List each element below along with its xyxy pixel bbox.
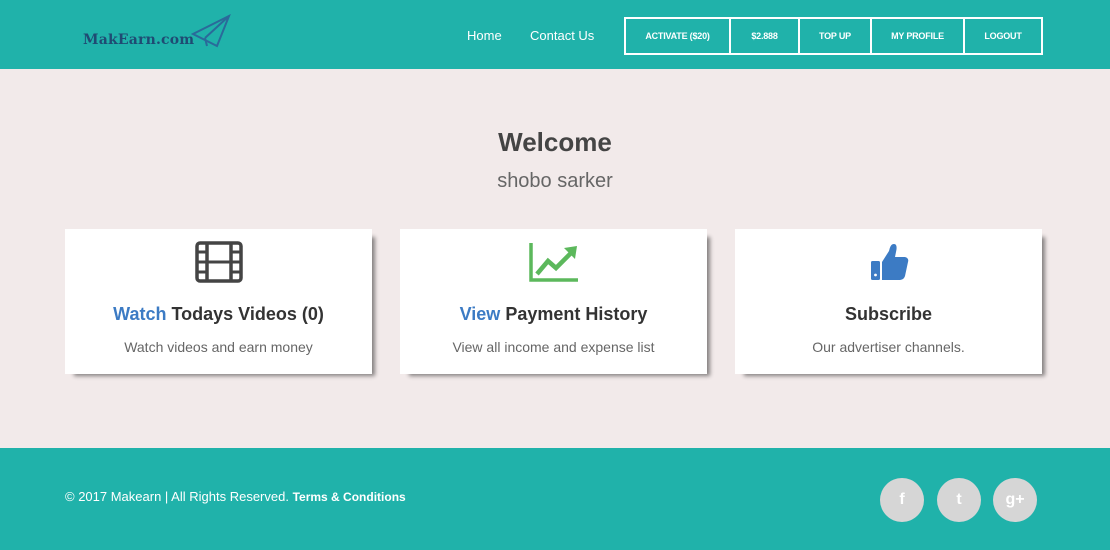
activate-button[interactable]: ACTIVATE ($20) bbox=[626, 19, 731, 53]
payment-history-card[interactable]: View Payment History View all income and… bbox=[400, 229, 707, 374]
account-nav-group: ACTIVATE ($20) $2.888 TOP UP MY PROFILE … bbox=[624, 17, 1043, 55]
balance-button[interactable]: $2.888 bbox=[731, 19, 800, 53]
card-subtitle: View all income and expense list bbox=[452, 339, 655, 355]
card-title-text: Subscribe bbox=[844, 304, 933, 324]
my-profile-button[interactable]: MY PROFILE bbox=[872, 19, 965, 53]
copyright-text: © 2017 Makearn | All Rights Reserved. Te… bbox=[65, 489, 406, 504]
nav-home-link[interactable]: Home bbox=[467, 28, 502, 43]
logout-button[interactable]: LOGOUT bbox=[965, 19, 1041, 53]
film-icon bbox=[194, 241, 243, 283]
user-name: shobo sarker bbox=[497, 170, 613, 192]
card-subtitle: Watch videos and earn money bbox=[124, 339, 313, 355]
card-title-text: Payment History bbox=[500, 304, 648, 324]
welcome-heading: Welcome bbox=[498, 127, 612, 157]
subscribe-card[interactable]: Subscribe Our advertiser channels. bbox=[735, 229, 1042, 374]
card-subtitle: Our advertiser channels. bbox=[812, 339, 965, 355]
twitter-icon[interactable]: t bbox=[937, 478, 981, 522]
thumbs-up-icon bbox=[870, 244, 908, 280]
card-title: View Payment History bbox=[400, 304, 707, 325]
top-header: MakEarn.com Home Contact Us ACTIVATE ($2… bbox=[0, 0, 1110, 69]
google-plus-icon[interactable]: g+ bbox=[993, 478, 1037, 522]
terms-link[interactable]: Terms & Conditions bbox=[293, 490, 406, 504]
nav-contact-link[interactable]: Contact Us bbox=[530, 28, 594, 43]
logo[interactable]: MakEarn.com bbox=[83, 14, 233, 54]
card-title-accent[interactable]: Watch bbox=[113, 304, 166, 324]
card-title: Subscribe bbox=[735, 304, 1042, 325]
trending-up-icon bbox=[528, 243, 578, 282]
logo-text: MakEarn.com bbox=[83, 32, 195, 48]
facebook-icon[interactable]: f bbox=[880, 478, 924, 522]
copyright-label: © 2017 Makearn | All Rights Reserved. bbox=[65, 489, 293, 504]
card-title-text: Todays Videos (0) bbox=[166, 304, 324, 324]
watch-videos-card[interactable]: Watch Todays Videos (0) Watch videos and… bbox=[65, 229, 372, 374]
card-title-accent[interactable]: View bbox=[460, 304, 501, 324]
page-footer: © 2017 Makearn | All Rights Reserved. Te… bbox=[0, 448, 1110, 550]
card-title: Watch Todays Videos (0) bbox=[65, 304, 372, 325]
top-up-button[interactable]: TOP UP bbox=[800, 19, 872, 53]
paper-plane-icon bbox=[191, 14, 231, 48]
